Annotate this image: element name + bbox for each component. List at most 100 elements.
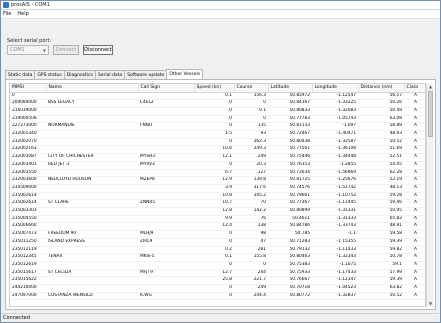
table-row[interactable]: 219000508 0 0 50.77783 -1.05743 63.08 A [10, 115, 425, 124]
tab-static-data[interactable]: Static data [5, 70, 36, 79]
tab-other-vessels[interactable]: Other Vessels [166, 69, 204, 79]
tab-gps-status[interactable]: GPS status [34, 70, 65, 79]
cell-distance: 48.13 [358, 184, 404, 193]
cell-distance: 58.89 [358, 122, 404, 131]
table-row[interactable]: 247097000 COSTANZA WENSILD ICWG 0 244.4 50.80… [10, 292, 425, 301]
cell-name: NEDLLOYD HUDSON [46, 176, 138, 185]
cell-speed: 0.1 [194, 253, 234, 262]
tab-diagnostics[interactable]: Diagnostics [63, 70, 96, 79]
table-row[interactable]: 235007473 FREEDOM 90 MLHJ9 0 98 50.785 -1.1 59.… [10, 230, 425, 239]
table-row[interactable]: 0 0.1 156.3 50.85972 -1.12547 56.57 A [10, 92, 425, 101]
cell-longitude: -1.40471 [312, 130, 358, 139]
cell-name [46, 130, 138, 139]
column-header-distance[interactable]: Distance (nm) [358, 84, 405, 93]
cell-mmsi: 235015622 [10, 276, 46, 286]
column-header-course[interactable]: Course [234, 84, 269, 93]
scroll-up-arrow-icon[interactable]: ▲ [427, 83, 434, 90]
cell-longitude: -1.32837 [312, 292, 358, 301]
cell-call-sign [138, 246, 194, 255]
table-row[interactable]: 235015622 25.8 221.7 50.76667 -1.12347 59.39 A [10, 276, 425, 286]
table-row[interactable]: 235015617 ST CECILIA MFJT9 12.7 244 50.75933-… [10, 269, 425, 278]
column-header-longitude[interactable]: Longitude [312, 84, 359, 93]
table-row[interactable]: 209084000 BSS LEGACY C4EL2 0 0 50.84167 -1.332… [10, 99, 425, 108]
cell-course: 156.3 [234, 92, 268, 101]
resize-grip-icon[interactable]: ⋰ [434, 316, 439, 322]
connect-button[interactable]: Connect [53, 45, 79, 55]
column-header-speed[interactable]: Speed (kn) [194, 84, 235, 93]
cell-distance: 59.39 [358, 238, 404, 247]
app-icon [3, 2, 9, 8]
table-row[interactable]: 232003401 RED JET 3 MYRV3 0 20.3 50.76353 -1.2… [10, 161, 425, 170]
cell-name [46, 222, 138, 232]
cell-mmsi: 209084000 [10, 99, 46, 108]
serial-port-value: COM1 [10, 47, 25, 53]
cell-name: CITY OF CHICHESTER [46, 153, 138, 162]
tab-software-update[interactable]: Software update [124, 70, 168, 79]
table-row[interactable]: 232001340 1.5 93 50.72467 -1.40471 48.93 A [10, 130, 425, 139]
column-header-latitude[interactable]: Latitude [268, 84, 313, 93]
table-row[interactable]: 235004550 9.9 76 50.4611 -1.31333 65.82 A [10, 215, 425, 224]
tab-serial-data[interactable]: Serial data [94, 70, 126, 79]
cell-course: 244 [234, 269, 268, 278]
column-header-class[interactable]: Class [404, 84, 425, 93]
table-row[interactable]: 216039000 0 0.1 50.80833 -1.32083 50.49 A [10, 107, 425, 116]
scroll-down-arrow-icon[interactable]: ▼ [427, 300, 434, 307]
cell-mmsi: 235004550 [10, 215, 46, 224]
table-row[interactable]: 227273000 NORMANDIE FNNO 0 135 50.81133 -1.097… [10, 122, 425, 131]
disconnect-button[interactable]: Disconnect [83, 45, 113, 55]
menu-help[interactable]: Help [17, 11, 28, 17]
app-window: prosAIS - COM1 File Help Select serial p… [0, 0, 441, 323]
table-row[interactable]: 235003303 12.8 142.2 50.80899 -1.31331 50.95 A [10, 207, 425, 216]
cell-speed: 9.9 [194, 215, 234, 224]
cell-course: 93 [234, 130, 268, 139]
vertical-scrollbar[interactable]: ▲ ▼ [426, 83, 433, 307]
cell-longitude: -1.12547 [312, 92, 358, 101]
vessels-grid: MMSI Name Call Sign Speed (kn) Course Latitud… [9, 83, 426, 307]
table-row[interactable]: 232003550 6.7 127 50.73034 -1.56969 62.28 A [10, 169, 425, 178]
cell-call-sign: MYSH3 [138, 153, 194, 162]
table-row[interactable]: 234509000 3.9 317.6 50.74576 -1.51742 48.13 A [10, 184, 425, 193]
table-row[interactable]: 232003087 CITY OF CHICHESTER MYSH3 12.1 249 5… [10, 153, 425, 162]
cell-name [46, 261, 138, 270]
cell-class: A [404, 292, 425, 301]
table-row[interactable]: 235012119 0.2 281 50.79132 -1.11433 59.82 A [10, 246, 425, 255]
cell-class: A [404, 145, 425, 155]
cell-mmsi: 235012119 [10, 246, 46, 255]
serial-port-select[interactable]: COM1 ▼ [7, 45, 49, 55]
table-row[interactable]: 244210000 0 249 50.70718 -1.04523 63.82 A [10, 284, 425, 293]
cell-speed: 6.7 [194, 169, 234, 178]
vessels-table: MMSI Name Call Sign Speed (kn) Course Latitud… [10, 84, 425, 301]
column-header-mmsi[interactable]: MMSI [10, 84, 47, 93]
cell-call-sign: MKSF5 [138, 253, 194, 262]
cell-latitude: 50.77561 [268, 145, 312, 155]
cell-latitude: 50.80899 [268, 207, 312, 216]
window-title: prosAIS - COM1 [11, 2, 50, 8]
cell-name [46, 92, 138, 101]
cell-mmsi: 219000508 [10, 115, 46, 124]
table-row[interactable]: 235002614 10.8 345.2 50.79661 -1.10752 59.28 A [10, 192, 425, 201]
column-header-call-sign[interactable]: Call Sign [138, 84, 195, 93]
table-row[interactable]: 235011250 ISLAND EXPRESS ZIRL9 0 47 50.71283-… [10, 238, 425, 247]
scrollbar-thumb[interactable] [428, 91, 433, 137]
cell-distance: 52.51 [358, 153, 404, 162]
table-row[interactable]: 235002614 ST CLARE ZNNR5 10.7 70 50.77367 -1.1… [10, 199, 425, 209]
column-header-name[interactable]: Name [46, 84, 139, 93]
cell-speed: 0 [194, 238, 234, 247]
table-row[interactable]: 235012619 0 0 50.75383 -1.1075 59.1 A [10, 261, 425, 270]
cell-call-sign: ICWG [138, 292, 194, 301]
table-row[interactable]: 235006660 12.4 138 50.84786 -1.33743 48.91 A [10, 222, 425, 232]
cell-speed: 12.9 [194, 176, 234, 185]
table-row[interactable]: 232003600 NEDLLOYD HUDSON MZEP8 12.9 139.8 50… [10, 176, 425, 185]
cell-latitude: 50.81133 [268, 122, 312, 131]
menu-file[interactable]: File [3, 11, 11, 17]
cell-latitude: 50.80772 [268, 292, 312, 301]
table-row[interactable]: 232002070 0 262.3 50.80438 -1.32587 50.52 A [10, 138, 425, 147]
table-row[interactable]: 235012345 TENAX MKSF5 0.1 155.8 50.80463 -1.32… [10, 253, 425, 262]
table-header-row: MMSI Name Call Sign Speed (kn) Course Latitud… [10, 84, 425, 93]
table-row[interactable]: 232002163 10.6 249.3 50.77561 -1.36108 51.69 A [10, 145, 425, 155]
cell-course: 98 [234, 230, 268, 239]
cell-course: 139.8 [234, 176, 268, 185]
cell-longitude: -1.36108 [312, 145, 358, 155]
cell-speed: 10.8 [194, 192, 234, 201]
cell-distance: 50.78 [358, 253, 404, 262]
